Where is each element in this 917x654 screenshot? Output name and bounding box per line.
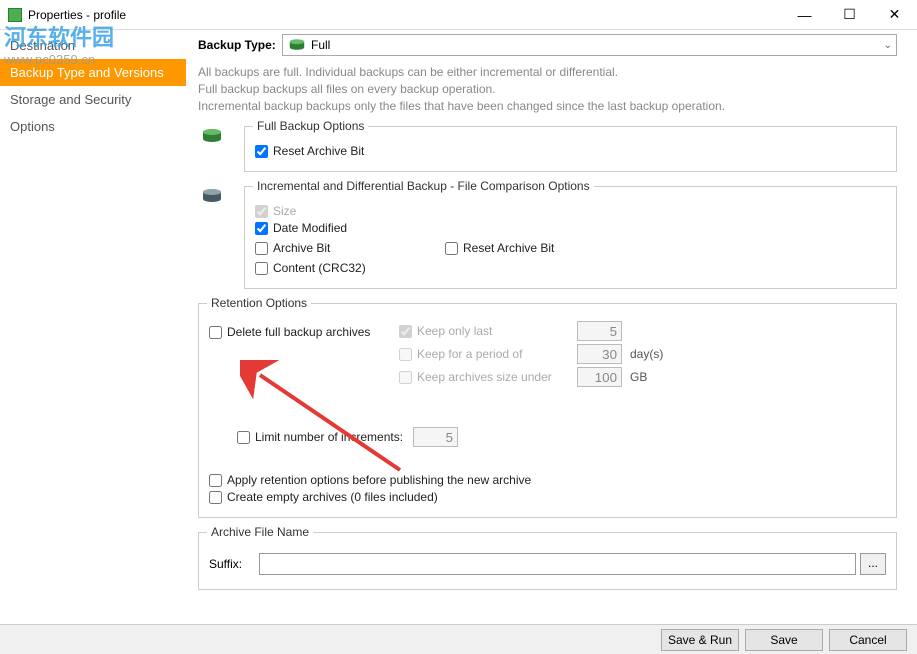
create-empty-checkbox[interactable]	[209, 491, 222, 504]
cancel-button[interactable]: Cancel	[829, 629, 907, 651]
close-button[interactable]: ✕	[872, 0, 917, 29]
delete-full-backup-checkbox[interactable]	[209, 326, 222, 339]
archive-name-legend: Archive File Name	[207, 525, 313, 539]
sidebar-item-options[interactable]: Options	[0, 113, 186, 140]
titlebar: Properties - profile — ☐ ✕	[0, 0, 917, 30]
sidebar-item-storage-security[interactable]: Storage and Security	[0, 86, 186, 113]
full-backup-icon	[198, 128, 226, 144]
keep-only-last-checkbox	[399, 325, 412, 338]
reset-archive-bit-checkbox[interactable]	[255, 145, 268, 158]
delete-full-backup-label: Delete full backup archives	[227, 325, 370, 339]
backup-type-value: Full	[311, 38, 330, 52]
sidebar: Destination Backup Type and Versions Sto…	[0, 30, 186, 624]
description-text: All backups are full. Individual backups…	[198, 64, 897, 114]
archive-bit-label: Archive Bit	[273, 241, 330, 255]
incremental-legend: Incremental and Differential Backup - Fi…	[253, 179, 594, 193]
apply-before-checkbox[interactable]	[209, 474, 222, 487]
apply-before-label: Apply retention options before publishin…	[227, 473, 531, 487]
chevron-down-icon: ⌄	[884, 40, 892, 51]
limit-increments-input	[413, 427, 458, 447]
limit-increments-label: Limit number of increments:	[255, 430, 403, 444]
reset-archive-bit2-checkbox[interactable]	[445, 242, 458, 255]
content-crc32-label: Content (CRC32)	[273, 261, 366, 275]
backup-type-label: Backup Type:	[198, 38, 282, 52]
save-run-button[interactable]: Save & Run	[661, 629, 739, 651]
keep-size-checkbox	[399, 371, 412, 384]
reset-archive-bit-label: Reset Archive Bit	[273, 144, 364, 158]
create-empty-label: Create empty archives (0 files included)	[227, 490, 438, 504]
incremental-backup-icon	[198, 188, 226, 204]
app-icon	[8, 8, 22, 22]
maximize-button[interactable]: ☐	[827, 0, 872, 29]
content-crc32-checkbox[interactable]	[255, 262, 268, 275]
keep-period-input	[577, 344, 622, 364]
suffix-input[interactable]	[259, 553, 856, 575]
keep-period-label: Keep for a period of	[417, 347, 577, 361]
keep-period-unit: day(s)	[630, 347, 663, 361]
date-modified-checkbox[interactable]	[255, 222, 268, 235]
keep-size-input	[577, 367, 622, 387]
keep-period-checkbox	[399, 348, 412, 361]
size-label: Size	[273, 204, 296, 218]
date-modified-label: Date Modified	[273, 221, 347, 235]
window-title: Properties - profile	[28, 8, 782, 22]
content-panel: Backup Type: Full ⌄ All backups are full…	[186, 30, 917, 624]
archive-bit-checkbox[interactable]	[255, 242, 268, 255]
keep-size-unit: GB	[630, 370, 647, 384]
save-button[interactable]: Save	[745, 629, 823, 651]
sidebar-item-destination[interactable]: Destination	[0, 32, 186, 59]
suffix-label: Suffix:	[209, 557, 259, 571]
disk-icon	[289, 39, 305, 51]
size-checkbox	[255, 205, 268, 218]
reset-archive-bit2-label: Reset Archive Bit	[463, 241, 554, 255]
retention-legend: Retention Options	[207, 296, 311, 310]
sidebar-item-backup-type[interactable]: Backup Type and Versions	[0, 59, 186, 86]
keep-only-last-label: Keep only last	[417, 324, 577, 338]
full-options-legend: Full Backup Options	[253, 119, 368, 133]
minimize-button[interactable]: —	[782, 0, 827, 29]
keep-only-last-input	[577, 321, 622, 341]
suffix-browse-button[interactable]: ...	[860, 553, 886, 575]
keep-size-label: Keep archives size under	[417, 370, 577, 384]
footer: Save & Run Save Cancel	[0, 624, 917, 654]
backup-type-select[interactable]: Full ⌄	[282, 34, 897, 56]
limit-increments-checkbox[interactable]	[237, 431, 250, 444]
